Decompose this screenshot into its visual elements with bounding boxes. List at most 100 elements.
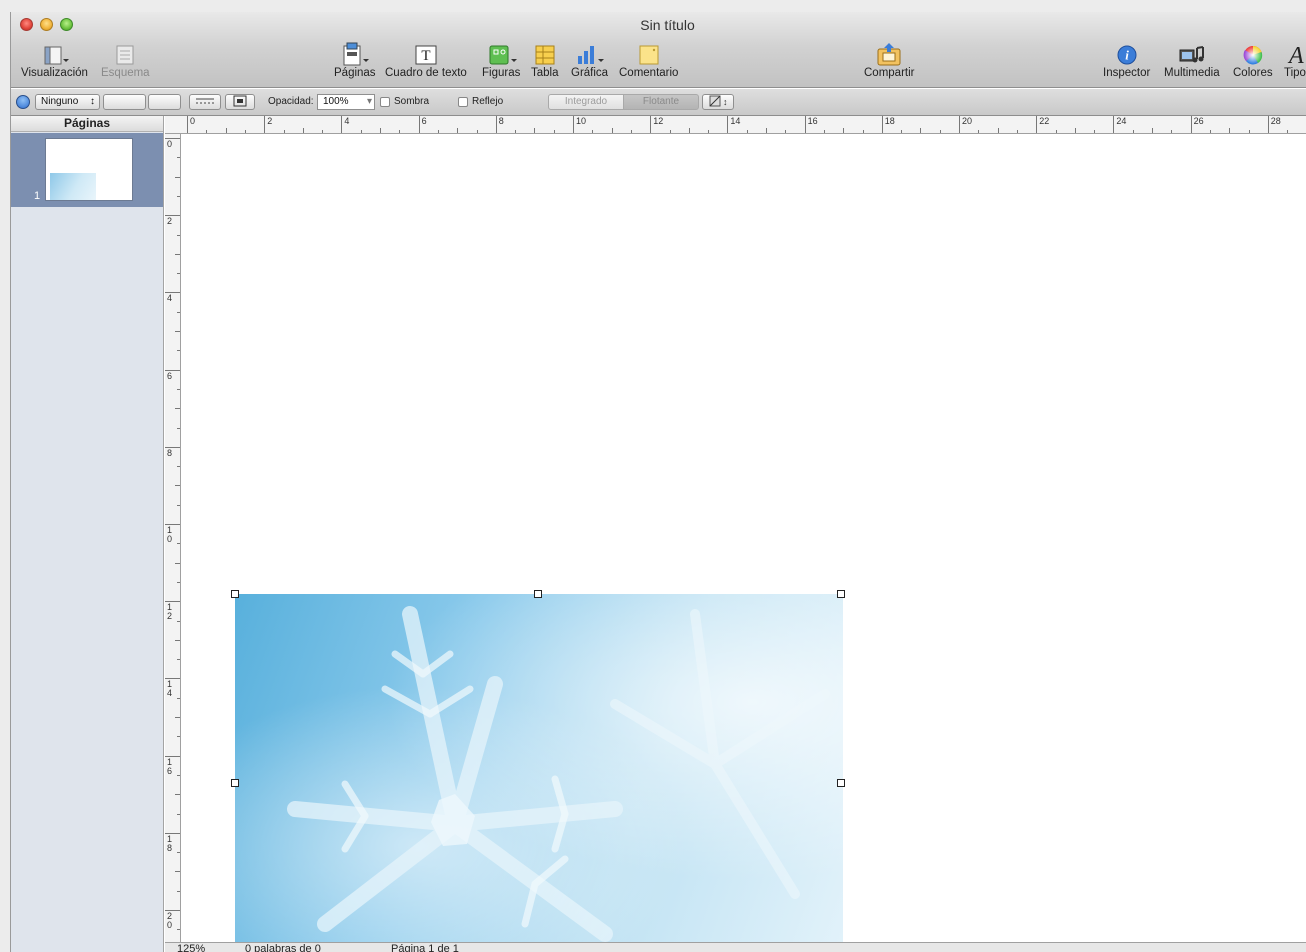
ruler-label: 8 [167,447,173,458]
page-number: 1 [34,190,41,202]
ruler-tick [1287,130,1289,133]
ruler-tick [611,128,613,133]
ruler-tick [553,130,555,133]
fill-button[interactable] [225,94,255,110]
inspector-button[interactable]: i Inspector [1103,42,1150,79]
multimedia-button[interactable]: Multimedia [1164,42,1220,79]
ruler-tick [939,130,941,133]
ruler-tick [1113,116,1115,133]
fonts-icon: A [1284,42,1306,66]
ruler-tick [1016,130,1018,133]
resize-handle-top-left[interactable] [231,590,239,598]
ruler-tick [1132,130,1134,133]
ruler-tick [177,697,180,699]
paginas-button[interactable]: Páginas [334,42,376,79]
fill-icon [233,95,247,107]
ruler-tick [341,116,343,133]
svg-text:↕: ↕ [723,97,728,107]
figuras-button[interactable]: Figuras [482,42,520,79]
horizontal-ruler[interactable]: 0 2 4 6 8 10 12 14 16 18 20 22 24 26 28 [165,116,1306,134]
shapes-icon [482,42,520,66]
ruler-tick [177,774,180,776]
ruler-tick [669,130,671,133]
tabla-button[interactable]: Tabla [531,42,559,79]
ruler-label: 10 [576,116,587,126]
resize-handle-top-right[interactable] [837,590,845,598]
sombra-checkbox[interactable] [380,97,390,107]
ruler-tick [177,311,180,313]
ruler-tick [688,128,690,133]
colores-button[interactable]: Colores [1233,42,1273,79]
ruler-tick [302,128,304,133]
ruler-tick [175,176,180,178]
integrado-segment[interactable]: Integrado [548,94,624,110]
ruler-tick [1171,130,1173,133]
ruler-tick [175,408,180,410]
ruler-tick [1229,128,1231,133]
color-wheel-icon [1233,42,1273,66]
ruler-tick [175,331,180,332]
ruler-tick [177,543,180,545]
line-width-field[interactable] [148,94,181,110]
ruler-tick [534,128,536,133]
ruler-tick [785,130,787,133]
flotante-segment[interactable]: Flotante [623,94,699,110]
pages-icon [334,42,376,66]
outline-icon [101,42,150,66]
esquema-button[interactable]: Esquema [101,42,150,79]
media-icon [1164,42,1220,66]
ruler-label: 26 [1193,116,1204,126]
ruler-tick [175,639,180,641]
style-select[interactable]: Ninguno ↕ [35,94,100,110]
grafica-button[interactable]: Gráfica [571,42,608,79]
page-thumbnail-selected[interactable]: 1 [11,133,163,207]
ruler-tick [823,130,825,133]
svg-text:i: i [1125,48,1129,63]
view-icon [21,42,88,66]
svg-text:A: A [1287,43,1304,66]
ruler-tick [187,116,188,133]
ruler-tick [177,929,180,931]
resize-handle-middle-right[interactable] [837,779,845,787]
ruler-label: 12 [653,116,664,126]
ruler-tick [360,130,362,133]
compartir-button[interactable]: Compartir [864,42,914,79]
table-icon [531,42,559,66]
ruler-tick [862,130,864,133]
vertical-ruler[interactable]: 0 2 4 6 8 10 12 14 16 18 20 [165,134,181,952]
page-thumbnail[interactable] [45,138,133,201]
visualizacion-button[interactable]: Visualización [21,42,88,79]
ruler-tick [1094,130,1096,133]
ruler-label: 0 [190,116,196,126]
tipografia-button[interactable]: A Tipo [1284,42,1306,79]
resize-handle-middle-left[interactable] [231,779,239,787]
ruler-label: 20 [167,911,173,930]
zoom-select[interactable]: 125% [177,943,205,952]
ruler-tick [708,130,710,133]
resize-handle-top-center[interactable] [534,590,542,598]
thumbnail-image [50,173,96,200]
ruler-tick [804,116,806,133]
snowflake-graphic [287,606,830,942]
line-style-icon [196,98,214,104]
ruler-tick [650,116,652,133]
info-icon: i [1103,42,1150,66]
wrap-button[interactable]: ↕ [702,94,734,110]
line-style-select[interactable] [103,94,146,110]
ruler-tick [177,195,180,197]
ruler-tick [437,130,439,133]
ruler-tick [175,871,180,873]
snowflake-image[interactable] [235,594,843,952]
document-canvas[interactable] [182,134,1306,952]
ruler-tick [399,130,401,133]
comentario-button[interactable]: Comentario [619,42,678,79]
cuadro-de-texto-button[interactable]: T Cuadro de texto [385,42,467,79]
ruler-tick [177,813,180,815]
ruler-tick [1055,130,1057,133]
ruler-tick [177,659,180,661]
styles-drawer-icon[interactable] [16,95,30,109]
line-style-button[interactable] [189,94,221,110]
reflejo-checkbox[interactable] [458,97,468,107]
opacity-field[interactable]: 100% ▾ [317,94,375,110]
app-window: Sin título Visualización Esquema Páginas… [10,12,1306,952]
